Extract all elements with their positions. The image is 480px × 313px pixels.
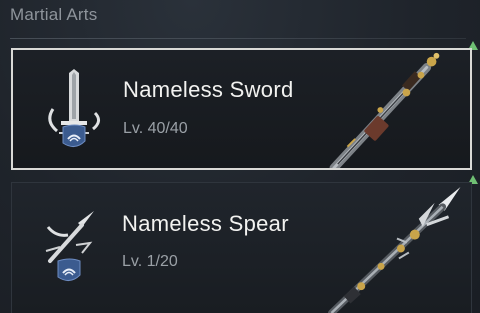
spear-art-icon <box>327 186 461 313</box>
martial-art-name: Nameless Sword <box>123 77 294 102</box>
section-title: Martial Arts <box>10 5 98 24</box>
martial-art-name: Nameless Spear <box>122 211 289 236</box>
martial-art-level: Lv. 40/40 <box>123 120 188 137</box>
tier-badge-icon <box>57 258 81 281</box>
sword-art-icon <box>329 52 440 168</box>
tier-badge-icon <box>62 124 86 147</box>
martial-art-card-nameless-sword[interactable]: Nameless Sword Lv. 40/40 <box>11 48 472 170</box>
martial-art-level: Lv. 1/20 <box>122 253 178 270</box>
spear-skill-icon <box>45 211 94 281</box>
sword-skill-icon <box>48 69 100 147</box>
section-divider <box>10 38 466 39</box>
martial-art-card-nameless-spear[interactable]: Nameless Spear Lv. 1/20 <box>11 182 472 313</box>
